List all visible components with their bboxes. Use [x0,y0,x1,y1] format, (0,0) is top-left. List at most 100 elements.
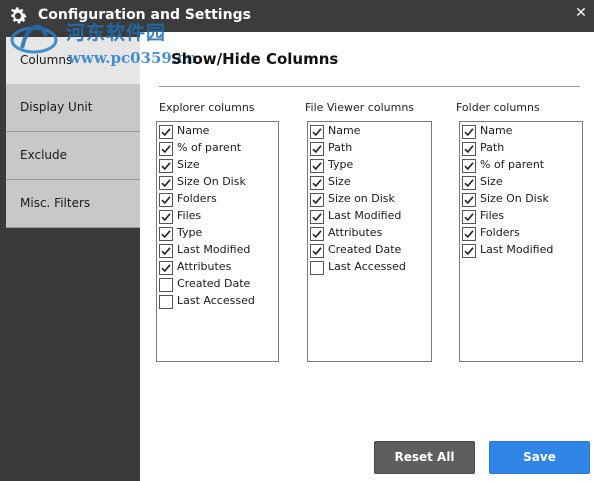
checkbox-checked[interactable] [159,125,173,139]
checkbox-checked[interactable] [462,176,476,190]
sidebar-item-label: Columns [20,53,73,67]
save-button[interactable]: Save [489,441,590,474]
column-option-label: Path [480,141,505,154]
checkmark-icon [464,196,474,205]
column-option-label: Path [328,141,353,154]
checkbox-checked[interactable] [462,193,476,207]
checkbox-checked[interactable] [310,227,324,241]
checkbox-unchecked[interactable] [159,295,173,309]
explorer-columns-list: Name % of parent Size Size On Disk Folders Fi… [156,121,279,362]
folder-columns-list: Name Path % of parent Size Size On Disk Files… [459,121,583,362]
column-option-label: Folders [177,192,217,205]
checkmark-icon [464,145,474,154]
checkmark-icon [312,213,322,222]
title-bar: Configuration and Settings ✕ [0,0,594,32]
checkbox-checked[interactable] [159,244,173,258]
sidebar-item-misc-filters[interactable]: Misc. Filters [6,180,140,228]
checkmark-icon [312,179,322,188]
checkbox-checked[interactable] [159,159,173,173]
checkbox-checked[interactable] [159,227,173,241]
checkbox-unchecked[interactable] [310,261,324,275]
checkbox-checked[interactable] [159,176,173,190]
checkmark-icon [161,128,171,137]
column-option-label: Attributes [328,226,383,239]
checkbox-checked[interactable] [462,227,476,241]
checkmark-icon [161,213,171,222]
close-button[interactable]: ✕ [571,3,591,23]
checkbox-checked[interactable] [310,142,324,156]
column-option-label: Last Accessed [328,260,406,273]
page-title: Show/Hide Columns [171,50,339,68]
column-option-label: Last Modified [177,243,251,256]
checkbox-checked[interactable] [159,210,173,224]
checkmark-icon [464,213,474,222]
checkmark-icon [161,230,171,239]
reset-all-button[interactable]: Reset All [374,441,475,474]
column-option-label: Name [328,124,361,137]
checkbox-checked[interactable] [159,261,173,275]
checkbox-checked[interactable] [462,159,476,173]
column-option-label: Size [177,158,200,171]
file-viewer-columns-list: Name Path Type Size Size on Disk Last Modifie… [307,121,432,362]
column-option-label: Type [177,226,203,239]
explorer-columns-heading: Explorer columns [159,101,255,114]
checkmark-icon [312,247,322,256]
checkbox-checked[interactable] [310,193,324,207]
checkbox-checked[interactable] [310,159,324,173]
checkbox-checked[interactable] [159,193,173,207]
column-option-label: Type [328,158,354,171]
sidebar-item-label: Exclude [20,148,68,162]
sidebar-item-label: Display Unit [20,100,93,114]
folder-columns-heading: Folder columns [456,101,540,114]
column-option-label: Size On Disk [177,175,246,188]
checkmark-icon [464,179,474,188]
gear-icon [10,7,27,24]
column-option-label: Files [480,209,505,222]
column-option-label: % of parent [177,141,242,154]
column-option-label: Created Date [177,277,251,290]
checkbox-checked[interactable] [462,142,476,156]
checkmark-icon [161,179,171,188]
checkmark-icon [464,247,474,256]
checkmark-icon [161,264,171,273]
checkbox-checked[interactable] [462,210,476,224]
column-option-label: Last Accessed [177,294,255,307]
sidebar-item-columns[interactable]: Columns [6,37,140,85]
checkmark-icon [161,162,171,171]
checkbox-checked[interactable] [310,244,324,258]
checkbox-checked[interactable] [310,125,324,139]
checkmark-icon [312,196,322,205]
checkmark-icon [464,162,474,171]
checkmark-icon [464,128,474,137]
checkmark-icon [161,247,171,256]
checkmark-icon [312,230,322,239]
checkbox-checked[interactable] [159,142,173,156]
checkmark-icon [312,145,322,154]
window-title: Configuration and Settings [38,7,251,23]
column-option-label: % of parent [480,158,545,171]
checkmark-icon [161,145,171,154]
checkbox-checked[interactable] [462,244,476,258]
column-option-label: Files [177,209,202,222]
checkmark-icon [464,230,474,239]
sidebar-item-exclude[interactable]: Exclude [6,132,140,180]
sidebar-item-display-unit[interactable]: Display Unit [6,84,140,132]
checkbox-checked[interactable] [310,210,324,224]
column-option-label: Folders [480,226,520,239]
column-option-label: Created Date [328,243,402,256]
column-option-label: Size On Disk [480,192,549,205]
column-option-label: Attributes [177,260,232,273]
checkmark-icon [161,196,171,205]
checkbox-unchecked[interactable] [159,278,173,292]
sidebar: Columns Display Unit Exclude Misc. Filte… [0,32,140,481]
column-option-label: Size [480,175,503,188]
divider [159,86,580,87]
checkbox-checked[interactable] [462,125,476,139]
checkmark-icon [312,128,322,137]
column-option-label: Size on Disk [328,192,395,205]
column-option-label: Last Modified [480,243,554,256]
column-option-label: Size [328,175,351,188]
sidebar-item-label: Misc. Filters [20,196,91,210]
checkbox-checked[interactable] [310,176,324,190]
file-viewer-columns-heading: File Viewer columns [305,101,415,114]
